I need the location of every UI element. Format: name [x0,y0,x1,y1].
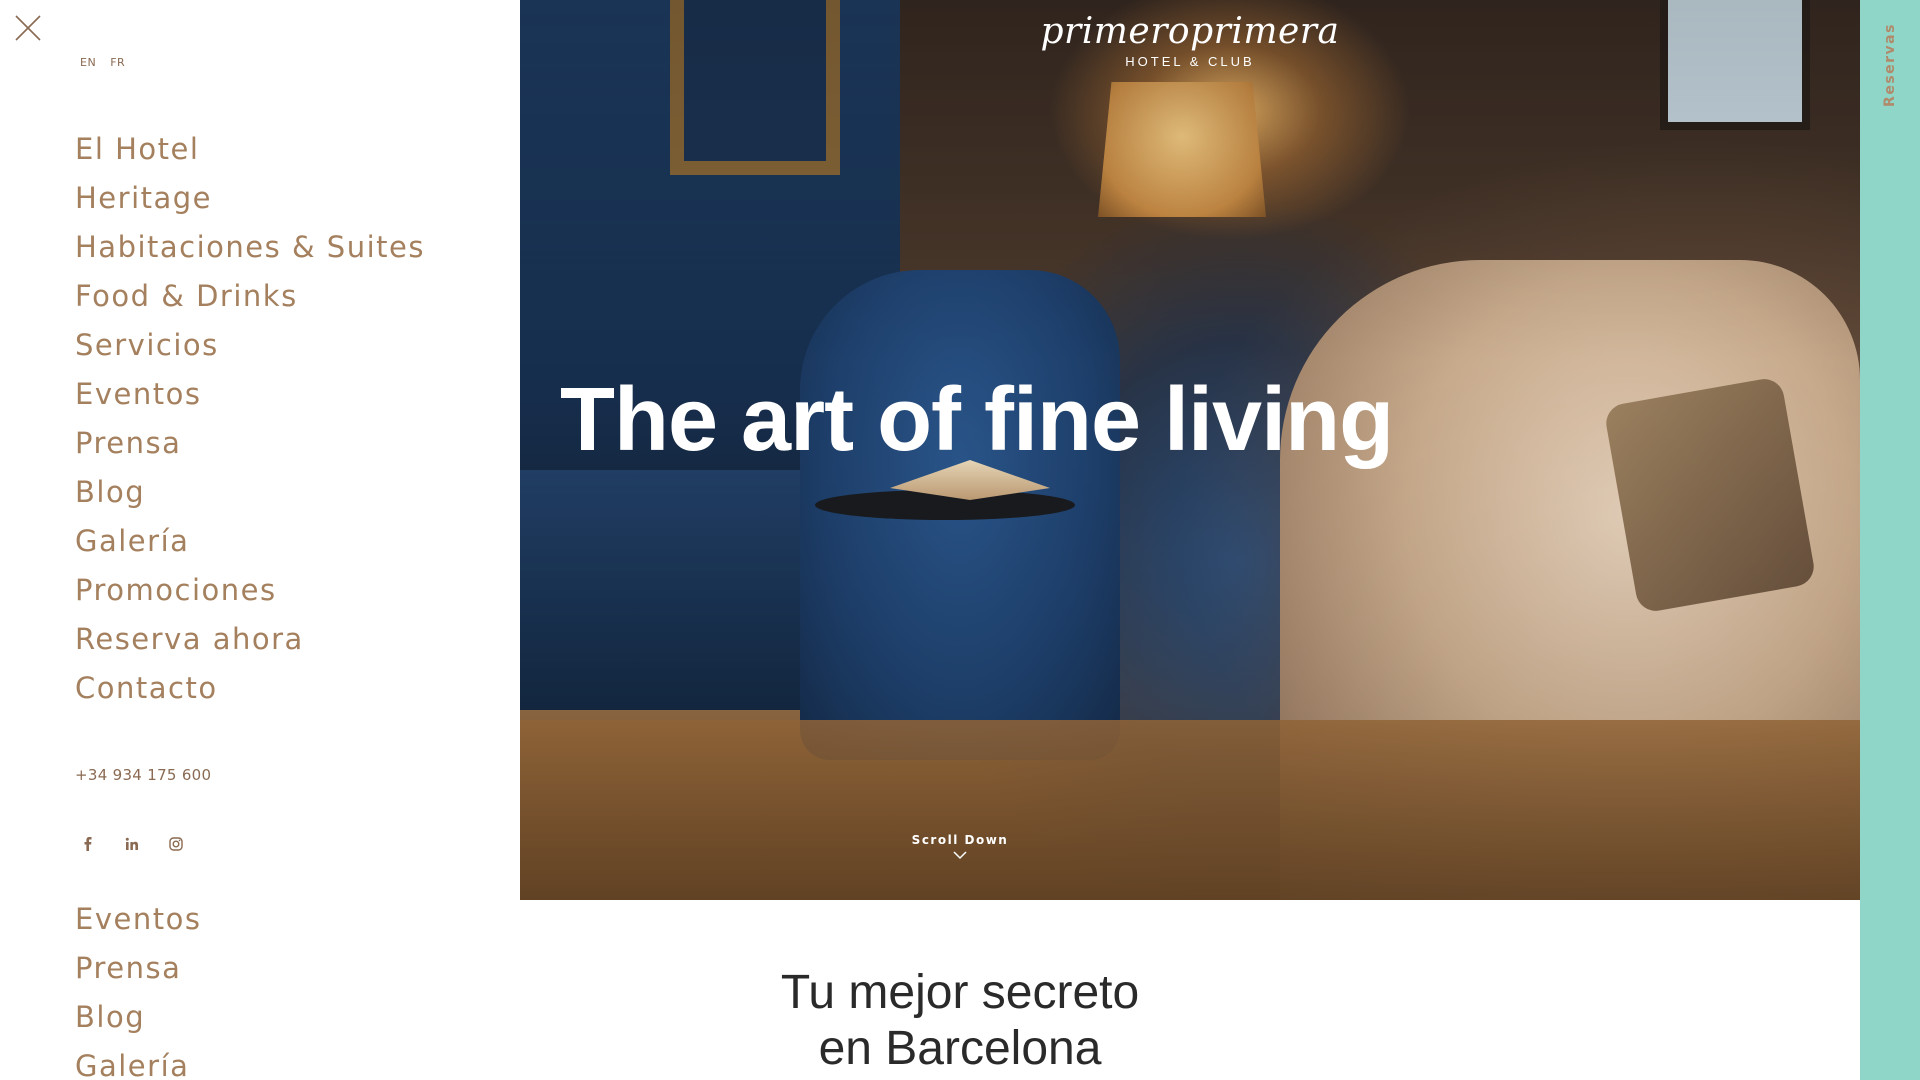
lang-fr-link[interactable]: FR [110,56,125,69]
menu-panel: EN FR El Hotel Heritage Habitaciones & S… [0,0,520,1080]
chevron-down-icon [953,851,967,860]
secondary-nav-eventos[interactable]: Eventos [75,895,201,944]
hero-headline: The art of fine living [560,370,1394,470]
secondary-nav: Eventos Prensa Blog Galería [75,895,201,1080]
hotel-logo[interactable]: primeroprimera HOTEL & CLUB [520,11,1860,70]
nav-item-promociones[interactable]: Promociones [75,566,425,615]
secondary-nav-galeria[interactable]: Galería [75,1042,201,1080]
nav-item-habitaciones[interactable]: Habitaciones & Suites [75,223,425,272]
nav-item-heritage[interactable]: Heritage [75,174,425,223]
reserve-label: Reservas [1882,23,1898,107]
nav-item-reserva-ahora[interactable]: Reserva ahora [75,615,425,664]
nav-item-eventos[interactable]: Eventos [75,370,425,419]
main-nav: El Hotel Heritage Habitaciones & Suites … [75,125,425,713]
facebook-icon[interactable] [80,836,96,852]
intro-title-line1: Tu mejor secreto [780,966,1140,1019]
secondary-nav-prensa[interactable]: Prensa [75,944,201,993]
nav-item-galeria[interactable]: Galería [75,517,425,566]
language-switcher: EN FR [80,56,125,69]
close-icon[interactable] [13,13,43,43]
reserve-sidebar-button[interactable]: Reservas [1860,0,1920,1080]
scroll-down-label: Scroll Down [911,833,1009,847]
lang-en-link[interactable]: EN [80,56,96,69]
nav-item-servicios[interactable]: Servicios [75,321,425,370]
logo-subtitle: HOTEL & CLUB [1125,54,1255,69]
hero-section: primeroprimera HOTEL & CLUB The art of f… [520,0,1860,900]
intro-title: Tu mejor secreto en Barcelona [520,965,1400,1077]
secondary-nav-blog[interactable]: Blog [75,993,201,1042]
nav-item-prensa[interactable]: Prensa [75,419,425,468]
nav-item-contacto[interactable]: Contacto [75,664,425,713]
instagram-icon[interactable] [168,836,184,852]
linkedin-icon[interactable] [124,836,140,852]
scroll-down-button[interactable]: Scroll Down [520,833,1400,860]
nav-item-blog[interactable]: Blog [75,468,425,517]
nav-item-el-hotel[interactable]: El Hotel [75,125,425,174]
social-links [80,836,184,852]
nav-item-food-drinks[interactable]: Food & Drinks [75,272,425,321]
intro-title-line2: en Barcelona [818,1022,1102,1075]
phone-link[interactable]: +34 934 175 600 [75,766,211,784]
logo-wordmark: primeroprimera [1040,11,1340,52]
